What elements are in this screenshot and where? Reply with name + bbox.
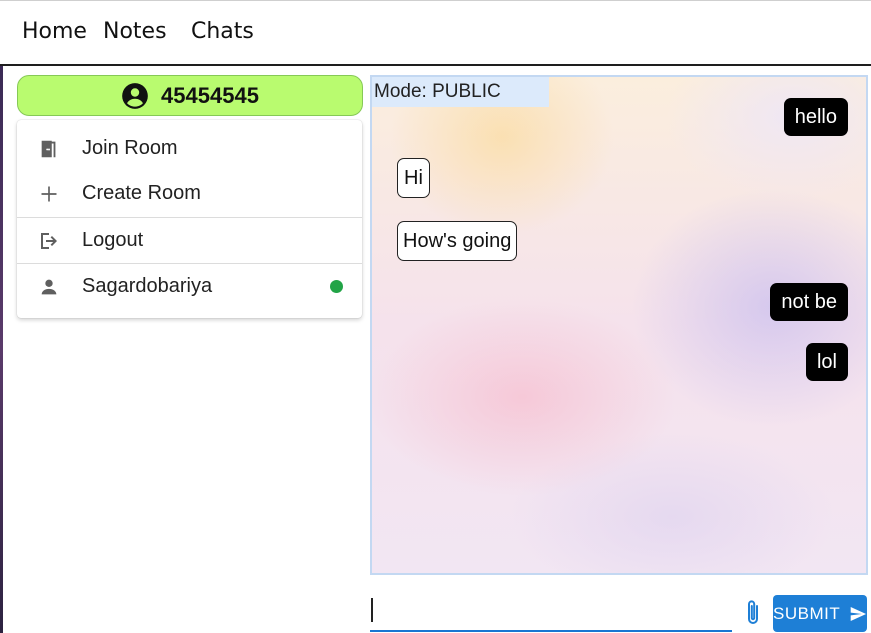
message-outgoing: hello [783,98,848,136]
person-icon [37,275,61,299]
nav-home-link[interactable]: Home [22,19,87,44]
sidebar-menu: Join Room Create Room Logout Sagardobari… [17,120,362,318]
username-label: Sagardobariya [82,275,213,297]
online-status-dot [330,280,343,293]
window-edge [0,64,3,633]
message-outgoing: lol [805,343,848,381]
user-id-label: 45454545 [161,82,259,108]
submit-label: SUBMIT [773,603,841,623]
send-icon [850,606,867,621]
nav-chats-link[interactable]: Chats [191,19,254,44]
menu-item-logout[interactable]: Logout [17,218,362,263]
attachment-icon[interactable] [742,598,764,628]
door-icon [37,137,61,161]
logout-label: Logout [82,229,144,251]
account-circle-icon [122,82,148,109]
logout-icon [37,229,61,253]
message-incoming: Hi [397,158,430,198]
create-room-label: Create Room [82,182,201,204]
menu-item-create-room[interactable]: Create Room [17,171,362,216]
message-incoming: How's going [397,221,518,261]
user-id-button[interactable]: 45454545 [17,75,363,116]
text-caret [371,598,373,622]
submit-button[interactable]: SUBMIT [773,595,867,632]
plus-icon [37,182,61,206]
nav-notes-link[interactable]: Notes [103,19,167,44]
message-outgoing: not be [770,283,848,321]
chat-messages-panel[interactable]: Mode: PUBLIC hello Hi How's going not be… [370,75,868,575]
message-input[interactable] [370,598,732,632]
join-room-label: Join Room [82,137,178,159]
menu-item-user[interactable]: Sagardobariya [17,264,362,309]
chat-mode-label: Mode: PUBLIC [372,77,549,107]
top-navbar: Home Notes Chats [0,0,871,66]
menu-item-join-room[interactable]: Join Room [17,126,362,171]
